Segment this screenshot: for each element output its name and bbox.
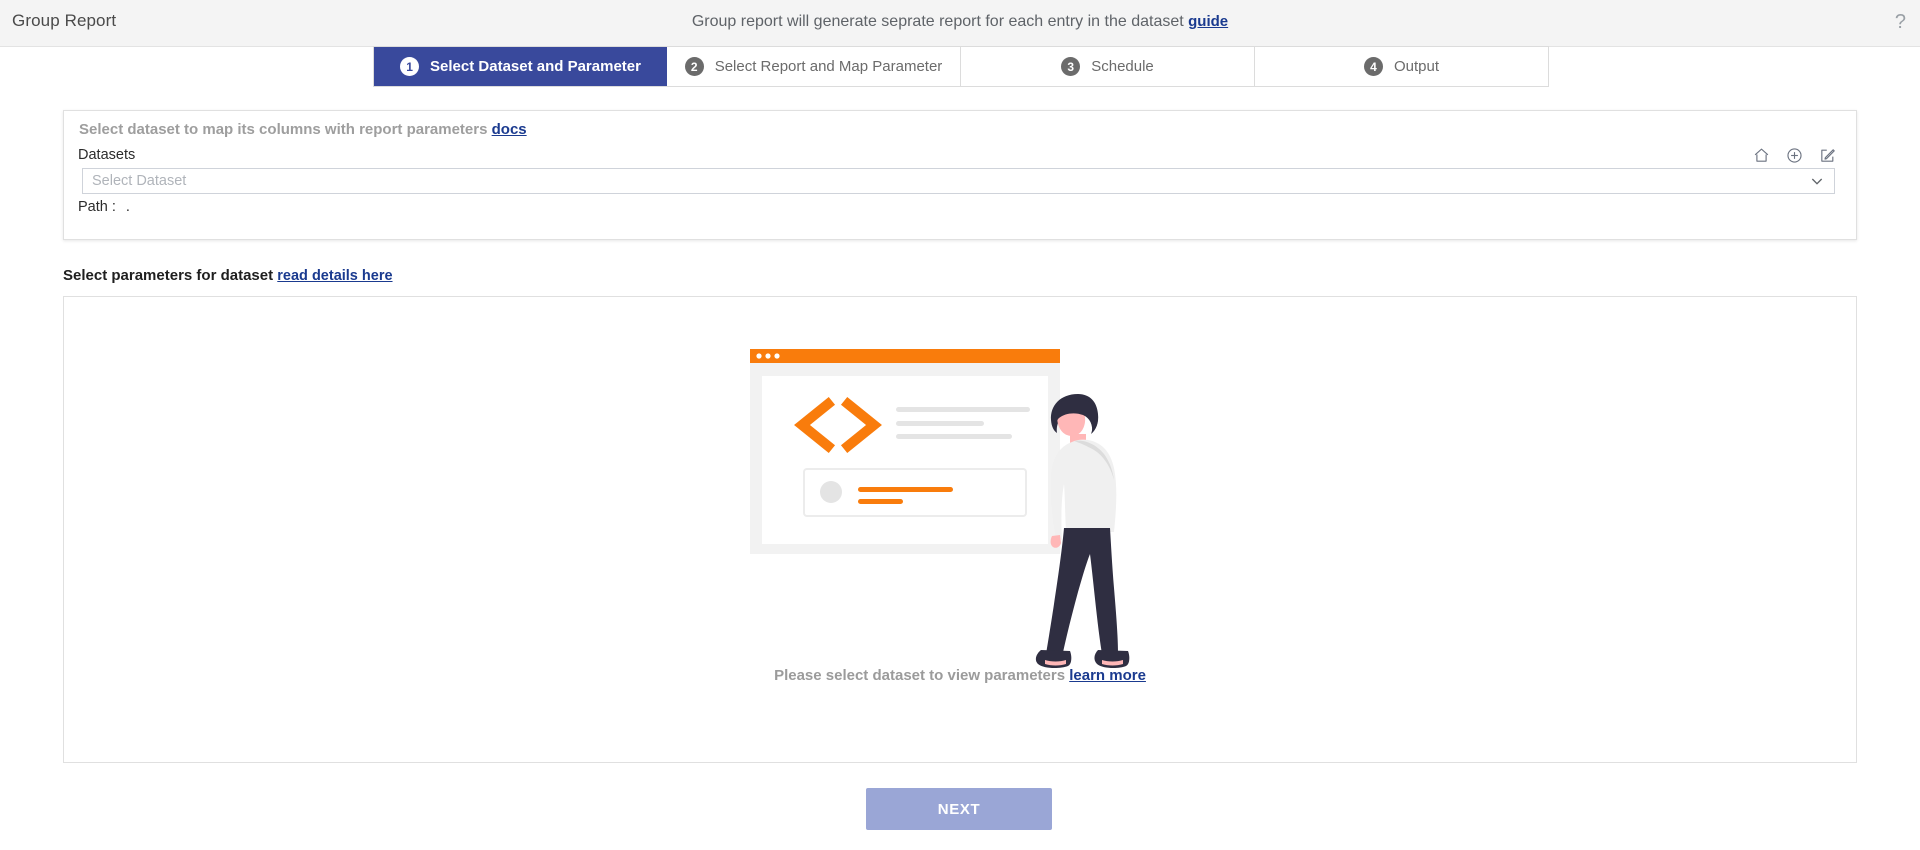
plus-circle-icon[interactable] <box>1786 147 1803 164</box>
dataset-card-heading: Select dataset to map its columns with r… <box>79 121 527 138</box>
step-tab-1[interactable]: 1 Select Dataset and Parameter <box>374 47 667 86</box>
step-number-badge: 3 <box>1061 57 1081 76</box>
parameters-heading: Select parameters for dataset read detai… <box>63 267 393 284</box>
empty-state-message-text: Please select dataset to view parameters <box>774 667 1066 684</box>
parameters-heading-text: Select parameters for dataset <box>63 267 274 284</box>
dataset-card: Select dataset to map its columns with r… <box>63 110 1857 240</box>
docs-link[interactable]: docs <box>492 121 527 138</box>
guide-link[interactable]: guide <box>1188 13 1228 30</box>
step-label: Select Dataset and Parameter <box>430 58 641 75</box>
step-number-badge: 4 <box>1363 57 1383 76</box>
path-value: . <box>125 199 130 215</box>
next-button[interactable]: NEXT <box>866 788 1052 830</box>
dataset-card-actions <box>1753 147 1836 164</box>
step-number-badge: 2 <box>684 57 704 76</box>
path-row: Path : . <box>78 199 130 215</box>
step-label: Schedule <box>1091 58 1154 75</box>
question-mark-icon[interactable]: ? <box>1895 10 1906 34</box>
read-details-here-link[interactable]: read details here <box>277 268 392 284</box>
learn-more-link[interactable]: learn more <box>1069 667 1146 684</box>
edit-square-icon[interactable] <box>1819 147 1836 164</box>
step-label: Select Report and Map Parameter <box>714 58 943 75</box>
illustration-window-titlebar <box>750 349 1060 363</box>
dataset-select[interactable]: Select Dataset <box>82 168 1835 194</box>
step-tab-2[interactable]: 2 Select Report and Map Parameter <box>667 47 961 86</box>
empty-state-illustration <box>750 349 1130 669</box>
dataset-card-heading-text: Select dataset to map its columns with r… <box>79 121 488 138</box>
step-number-badge: 1 <box>400 57 420 76</box>
step-label: Output <box>1393 58 1440 75</box>
top-bar: Group Report Group report will generate … <box>0 0 1920 47</box>
step-tab-3[interactable]: 3 Schedule <box>961 47 1255 86</box>
home-icon[interactable] <box>1753 147 1770 164</box>
path-label: Path : <box>78 199 116 215</box>
topbar-notice: Group report will generate seprate repor… <box>0 13 1920 31</box>
datasets-label: Datasets <box>78 147 136 163</box>
wizard-stepper: 1 Select Dataset and Parameter 2 Select … <box>373 46 1549 87</box>
chevron-down-icon[interactable] <box>1809 173 1825 189</box>
parameters-panel: Please select dataset to view parameters… <box>63 296 1857 763</box>
empty-state-message: Please select dataset to view parameters… <box>64 667 1856 684</box>
topbar-notice-text: Group report will generate seprate repor… <box>691 13 1184 30</box>
dataset-select-placeholder: Select Dataset <box>92 173 187 189</box>
step-tab-4[interactable]: 4 Output <box>1255 47 1548 86</box>
illustration-window-canvas <box>762 376 1048 544</box>
